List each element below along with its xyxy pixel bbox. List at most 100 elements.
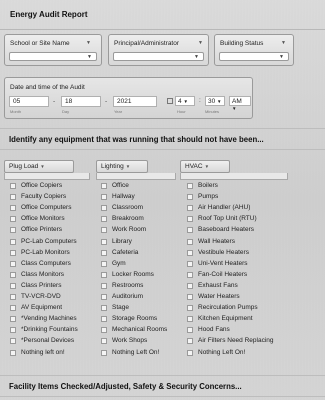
- hvac-item[interactable]: Kitchen Equipment: [187, 315, 282, 325]
- hvac-checkbox[interactable]: [187, 260, 193, 267]
- lighting-checkbox[interactable]: [101, 238, 107, 245]
- plug-load-item[interactable]: *Vending Machines: [10, 315, 105, 325]
- lighting-checkbox[interactable]: [101, 183, 107, 189]
- plug-load-item[interactable]: Office Printers: [10, 226, 105, 236]
- hvac-checkbox[interactable]: [187, 316, 193, 323]
- lighting-checkbox[interactable]: [101, 194, 107, 201]
- hvac-checkbox[interactable]: [187, 216, 193, 223]
- lighting-checkbox[interactable]: [101, 260, 107, 267]
- hvac-checkbox[interactable]: [187, 349, 193, 356]
- plug-load-item[interactable]: AV Equipment: [10, 304, 105, 314]
- hvac-checkbox[interactable]: [187, 205, 193, 212]
- plug-load-checkbox[interactable]: [10, 271, 16, 278]
- plug-load-checkbox[interactable]: [10, 216, 16, 223]
- lighting-header[interactable]: Lighting ▼: [96, 160, 148, 173]
- lighting-item[interactable]: Classroom: [101, 204, 196, 214]
- lighting-checkbox[interactable]: [101, 227, 107, 234]
- plug-load-checkbox[interactable]: [10, 194, 16, 201]
- hvac-checkbox[interactable]: [187, 338, 193, 345]
- plug-load-header[interactable]: Plug Load ▼: [4, 160, 74, 173]
- lighting-checkbox[interactable]: [101, 338, 107, 345]
- lighting-item[interactable]: Cafeteria: [101, 249, 196, 259]
- hvac-checkbox[interactable]: [187, 282, 193, 289]
- lighting-checkbox[interactable]: [101, 305, 107, 312]
- plug-load-item[interactable]: Faculty Copiers: [10, 193, 105, 203]
- hvac-item[interactable]: Air Filters Need Replacing: [187, 337, 282, 347]
- hvac-checkbox[interactable]: [187, 327, 193, 334]
- plug-load-checkbox[interactable]: [10, 249, 16, 256]
- hvac-item[interactable]: Boilers: [187, 182, 282, 192]
- plug-load-checkbox[interactable]: [10, 338, 16, 345]
- plug-load-checkbox[interactable]: [10, 238, 16, 245]
- hvac-item[interactable]: Nothing Left On!: [187, 349, 282, 359]
- calendar-icon[interactable]: [167, 98, 173, 104]
- plug-load-checkbox[interactable]: [10, 183, 16, 189]
- lighting-item[interactable]: Office: [101, 182, 196, 192]
- ampm-select[interactable]: AM ▼: [229, 96, 251, 111]
- plug-load-checkbox[interactable]: [10, 294, 16, 300]
- year-input[interactable]: 2021: [113, 96, 157, 107]
- hvac-item[interactable]: Uni-Vent Heaters: [187, 260, 282, 270]
- hvac-header[interactable]: HVAC ▼: [180, 160, 230, 173]
- lighting-checkbox[interactable]: [101, 249, 107, 256]
- hvac-checkbox[interactable]: [187, 183, 193, 189]
- plug-load-item[interactable]: Class Printers: [10, 282, 105, 292]
- plug-load-item[interactable]: Class Computers: [10, 260, 105, 270]
- hvac-checkbox[interactable]: [187, 305, 193, 312]
- lighting-item[interactable]: Library: [101, 238, 196, 248]
- plug-load-item[interactable]: *Drinking Fountains: [10, 326, 105, 336]
- day-input[interactable]: 18: [61, 96, 101, 107]
- lighting-item[interactable]: Breakroom: [101, 215, 196, 225]
- lighting-item[interactable]: Stage: [101, 304, 196, 314]
- lighting-checkbox[interactable]: [101, 205, 107, 212]
- hvac-checkbox[interactable]: [187, 271, 193, 278]
- admin-select[interactable]: ▼: [113, 52, 204, 61]
- lighting-item[interactable]: Gym: [101, 260, 196, 270]
- plug-load-checkbox[interactable]: [10, 327, 16, 334]
- hvac-item[interactable]: Air Handler (AHU): [187, 204, 282, 214]
- lighting-checkbox[interactable]: [101, 349, 107, 356]
- plug-load-checkbox[interactable]: [10, 316, 16, 323]
- hvac-checkbox[interactable]: [187, 194, 193, 201]
- hvac-checkbox[interactable]: [187, 238, 193, 245]
- school-select[interactable]: ▼: [9, 52, 97, 61]
- hvac-item[interactable]: Fan-Coil Heaters: [187, 271, 282, 281]
- lighting-checkbox[interactable]: [101, 216, 107, 223]
- hvac-checkbox[interactable]: [187, 249, 193, 256]
- lighting-item[interactable]: Mechanical Rooms: [101, 326, 196, 336]
- minute-select[interactable]: 30 ▼: [205, 96, 225, 106]
- plug-load-item[interactable]: Nothing left on!: [10, 349, 105, 359]
- hvac-item[interactable]: Exhaust Fans: [187, 282, 282, 292]
- hvac-item[interactable]: Pumps: [187, 193, 282, 203]
- lighting-checkbox[interactable]: [101, 327, 107, 334]
- hvac-item[interactable]: Water Heaters: [187, 293, 282, 303]
- lighting-checkbox[interactable]: [101, 271, 107, 278]
- lighting-item[interactable]: Restrooms: [101, 282, 196, 292]
- plug-load-item[interactable]: TV-VCR-DVD: [10, 293, 105, 303]
- plug-load-checkbox[interactable]: [10, 282, 16, 289]
- plug-load-item[interactable]: Office Computers: [10, 204, 105, 214]
- hvac-item[interactable]: Hood Fans: [187, 326, 282, 336]
- hvac-item[interactable]: Baseboard Heaters: [187, 226, 282, 236]
- hvac-item[interactable]: Roof Top Unit (RTU): [187, 215, 282, 225]
- hvac-checkbox[interactable]: [187, 294, 193, 300]
- lighting-item[interactable]: Auditorium: [101, 293, 196, 303]
- hvac-checkbox[interactable]: [187, 227, 193, 234]
- lighting-item[interactable]: Work Shops: [101, 337, 196, 347]
- plug-load-checkbox[interactable]: [10, 227, 16, 234]
- plug-load-item[interactable]: Class Monitors: [10, 271, 105, 281]
- lighting-item[interactable]: Nothing Left On!: [101, 349, 196, 359]
- plug-load-checkbox[interactable]: [10, 260, 16, 267]
- lighting-checkbox[interactable]: [101, 282, 107, 289]
- plug-load-item[interactable]: *Personal Devices: [10, 337, 105, 347]
- plug-load-item[interactable]: PC-Lab Monitors: [10, 249, 105, 259]
- lighting-item[interactable]: Hallway: [101, 193, 196, 203]
- lighting-item[interactable]: Locker Rooms: [101, 271, 196, 281]
- plug-load-item[interactable]: Office Monitors: [10, 215, 105, 225]
- month-input[interactable]: 05: [9, 96, 49, 107]
- plug-load-item[interactable]: PC-Lab Computers: [10, 238, 105, 248]
- plug-load-checkbox[interactable]: [10, 305, 16, 312]
- lighting-item[interactable]: Storage Rooms: [101, 315, 196, 325]
- lighting-checkbox[interactable]: [101, 294, 107, 300]
- hvac-item[interactable]: Recirculation Pumps: [187, 304, 282, 314]
